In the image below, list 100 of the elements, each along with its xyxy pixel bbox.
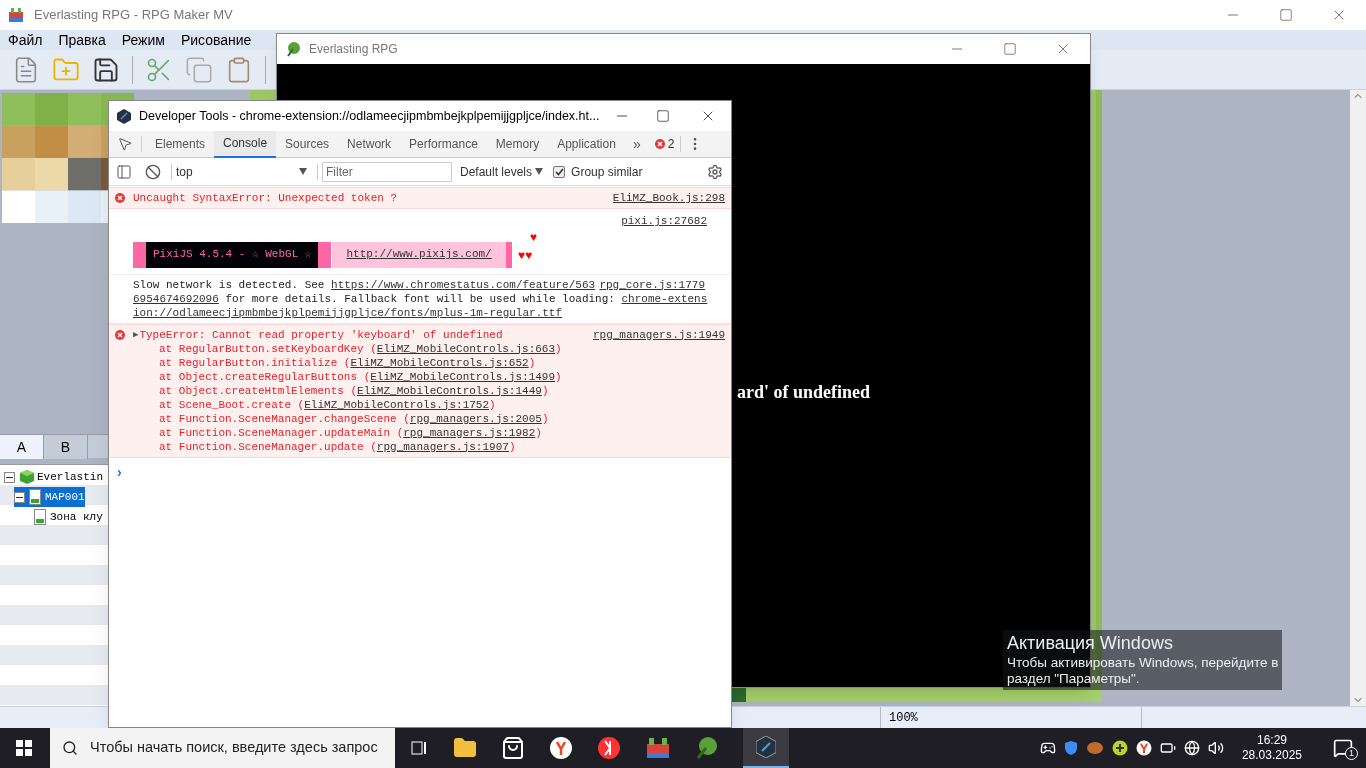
clear-console-icon[interactable] (145, 163, 161, 180)
group-similar-checkbox[interactable]: Group similar (553, 162, 643, 181)
plus-circle-icon[interactable] (1111, 740, 1128, 756)
battery-icon[interactable] (1159, 740, 1176, 756)
levels-dropdown[interactable]: Default levels (460, 162, 544, 181)
tree-label: Everlastin (37, 469, 103, 485)
devtools-tab[interactable]: Performance (400, 130, 487, 158)
collapse-toggle-icon[interactable] (4, 471, 15, 483)
error-icon (115, 193, 125, 203)
clock[interactable]: 16:29 28.03.2025 (1241, 733, 1302, 763)
source-link[interactable]: rpg_core.js:1779 (599, 277, 705, 292)
heart-icon: ♥ (529, 231, 537, 244)
window-title: Everlasting RPG (309, 41, 398, 58)
source-link[interactable]: EliMZ_MobileControls.js:1752 (304, 398, 490, 411)
tileset-tab[interactable]: B (44, 435, 88, 459)
source-link[interactable]: rpg_managers.js:2005 (409, 412, 542, 425)
tree-row[interactable]: MAP001 (14, 487, 85, 507)
tileset-tab[interactable]: A (0, 435, 44, 459)
stack-frame: at Object.createRegularButtons (EliMZ_MobileControls.js:1499) (133, 369, 725, 384)
activation-title: Активация Windows (1007, 632, 1174, 655)
stack-frame: at Function.SceneManager.update (rpg_managers.js:1907) (133, 439, 725, 454)
link[interactable]: https://www.chromestatus.com/feature/563 (331, 277, 596, 292)
error-icon (115, 329, 125, 340)
leaf-icon[interactable] (695, 736, 719, 760)
more-tabs[interactable]: » (624, 133, 649, 155)
notifications-icon[interactable] (1333, 738, 1353, 758)
error-icon (654, 139, 665, 149)
window-title: Everlasting RPG - RPG Maker MV (34, 6, 233, 25)
taskbar-app-button[interactable] (743, 728, 789, 768)
devtools-tab[interactable]: Elements (146, 130, 215, 158)
devtools-tab[interactable]: Application (548, 130, 625, 158)
console-prompt[interactable]: › (117, 463, 122, 480)
tree-row[interactable]: Зона клу (24, 507, 103, 527)
error-text: Uncaught SyntaxError: Unexpected token ? (133, 191, 398, 205)
activation-text: раздел "Параметры". (1007, 671, 1141, 689)
leaf-icon (285, 41, 301, 57)
notification-count: 1 (1345, 747, 1358, 760)
error-text: ard' of undefined (737, 381, 871, 404)
source-link[interactable]: rpg_managers.js:1907 (376, 440, 509, 453)
devtools-logo-icon (117, 108, 131, 124)
link[interactable]: http://www.pixijs.com/ (346, 246, 492, 263)
menu-item[interactable]: Правка (58, 29, 106, 51)
settings-icon[interactable] (707, 163, 723, 180)
menu-item[interactable]: Режим (121, 29, 165, 51)
source-link[interactable]: rpg_managers.js:1949 (592, 327, 725, 342)
browser-icon[interactable] (549, 736, 573, 760)
devtools-tab[interactable]: Memory (486, 130, 549, 158)
filter-field[interactable]: Filter (322, 161, 452, 182)
source-link[interactable]: EliMZ_Book.js:298 (612, 191, 725, 205)
browser-icon[interactable] (1135, 740, 1152, 756)
tree-row[interactable]: Everlastin (4, 467, 103, 487)
source-link[interactable]: EliMZ_MobileControls.js:663 (376, 342, 556, 355)
source-link[interactable]: pixi.js:27682 (621, 213, 707, 230)
link[interactable]: chrome-extens (621, 291, 708, 306)
stack-frame: at Function.SceneManager.changeScene (rpg_managers.js:2005) (133, 411, 725, 426)
tree-label: MAP001 (45, 489, 85, 505)
window-title: Developer Tools - chrome-extension://odlameecjipmbmbejkplpemijjgpljce/index.ht... (139, 107, 600, 125)
network-icon[interactable] (1183, 740, 1200, 756)
windows-start-icon[interactable] (16, 740, 32, 756)
error-text: TypeError: Cannot read property 'keyboard' of undefined (139, 327, 503, 342)
heart-icon: ♥♥ (517, 249, 533, 262)
taskbar-search-field[interactable]: Чтобы начать поиск, введите здесь запрос (50, 728, 395, 768)
zoom-level: 100% (889, 709, 918, 727)
context-select[interactable]: top (176, 162, 313, 181)
shield-icon[interactable] (1063, 740, 1078, 756)
link[interactable]: 6954674692096 (133, 291, 219, 306)
source-link[interactable]: rpg_managers.js:1982 (403, 426, 536, 439)
tree-label: Зона клу (50, 509, 103, 525)
collapse-toggle-icon[interactable] (14, 491, 25, 503)
cube-icon (19, 469, 35, 485)
map-icon (29, 489, 41, 505)
devtools-tab[interactable]: Network (338, 130, 401, 158)
devtools-logo-icon (756, 736, 776, 758)
link[interactable]: ion://odlameecjipmbmbejkplpemijjgpljce/fonts/mplus-1m-regular.ttf (133, 305, 563, 320)
browser-icon[interactable] (597, 736, 621, 760)
castle-icon (8, 7, 24, 23)
dropdown-caret-icon (535, 168, 544, 175)
menu-item[interactable]: Рисование (180, 29, 252, 51)
log-text: Slow network is detected. See (133, 277, 326, 292)
error-count[interactable]: 2 (667, 135, 675, 153)
source-link[interactable]: EliMZ_MobileControls.js:652 (350, 356, 529, 369)
castle-icon[interactable] (645, 736, 671, 760)
devtools-tab[interactable]: Sources (276, 130, 339, 158)
inspect-icon[interactable] (117, 136, 133, 152)
expand-toggle[interactable]: ▶ (133, 327, 139, 342)
sidebar-toggle-icon[interactable] (116, 163, 132, 180)
volume-icon[interactable] (1207, 740, 1224, 756)
source-link[interactable]: EliMZ_MobileControls.js:1499 (370, 370, 556, 383)
checkmark-icon (554, 167, 564, 176)
folder-icon[interactable] (453, 736, 477, 760)
menu-item[interactable]: Файл (8, 29, 43, 51)
store-icon[interactable] (501, 736, 525, 760)
map-icon (34, 509, 46, 525)
maximize-icon[interactable] (656, 109, 670, 123)
devtools-tab[interactable]: Console (214, 130, 277, 158)
activation-text: Чтобы активировать Windows, перейдите в (1007, 654, 1279, 672)
search-icon (62, 740, 78, 756)
task-view-icon[interactable] (411, 740, 429, 756)
stack-frame: at RegularButton.initialize (EliMZ_MobileControls.js:652) (133, 355, 725, 370)
source-link[interactable]: EliMZ_MobileControls.js:1449 (357, 384, 542, 397)
